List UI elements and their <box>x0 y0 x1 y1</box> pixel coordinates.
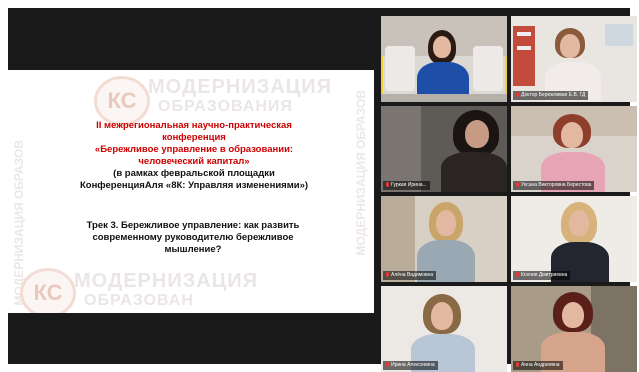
slide-title-line3: «Бережливое управление в образовании: <box>94 144 294 155</box>
mic-muted-icon <box>516 182 519 187</box>
participant-name: Гуркая Ирина... <box>383 181 430 190</box>
shared-screen[interactable]: КС МОДЕРНИЗАЦИЯ ОБРАЗОВАНИЯ МОДЕРНИЗАЦИЯ… <box>8 70 374 313</box>
watermark-top-line2: ОБРАЗОВАНИЯ <box>158 98 293 115</box>
mic-muted-icon <box>516 92 519 97</box>
video-tile-6[interactable]: Ксения Дмитриевна <box>511 196 637 282</box>
video-tile-8[interactable]: Анна Андреевна <box>511 286 637 372</box>
mic-muted-icon <box>516 362 519 367</box>
watermark-top-line1: МОДЕРНИЗАЦИЯ <box>148 76 333 98</box>
mic-muted-icon <box>386 182 389 187</box>
slide-track-line3: мышление? <box>164 244 222 255</box>
participant-name: Ксения Дмитриевна <box>513 271 571 280</box>
participant-name: Уксана Викторовна Берестова <box>513 181 595 190</box>
slide-title-line6: КонференцияАля «8К: Управляя изменениями… <box>79 180 309 191</box>
participant-name: Алёна Вадимовна <box>383 271 437 280</box>
slide-track-line2: современному руководителю бережливое <box>92 232 294 243</box>
participant-name: Ирина Алексеевна <box>383 361 438 370</box>
video-tile-3[interactable]: Гуркая Ирина... <box>381 106 507 192</box>
watermark-vertical-right: МОДЕРНИЗАЦИЯ ОБРАЗОВ <box>354 90 368 256</box>
slide-track: Трек 3. Бережливое управление: как разви… <box>68 220 318 256</box>
participant-name: Доктор Бережливая Е.В. ГД <box>513 91 589 100</box>
slide-title: II межрегиональная научно-практическая к… <box>64 120 324 192</box>
slide-title-line2: конференция <box>162 132 226 143</box>
video-tile-5[interactable]: Алёна Вадимовна <box>381 196 507 282</box>
video-tile-1[interactable] <box>381 16 507 102</box>
watermark-bottom-line1: МОДЕРНИЗАЦИЯ <box>74 270 259 292</box>
video-tile-2[interactable]: Доктор Бережливая Е.В. ГД <box>511 16 637 102</box>
slide-title-line1: II межрегиональная научно-практическая <box>96 120 292 131</box>
mic-muted-icon <box>386 272 389 277</box>
slide-title-line4: человеческий капитал» <box>138 156 250 167</box>
video-tile-4[interactable]: Уксана Викторовна Берестова <box>511 106 637 192</box>
slide-track-line1: Трек 3. Бережливое управление: как разви… <box>86 220 300 231</box>
mic-muted-icon <box>386 362 389 367</box>
slide-title-line5: (в рамках февральской площадки <box>113 168 275 179</box>
participant-name: Анна Андреевна <box>513 361 563 370</box>
video-conference-window: КС МОДЕРНИЗАЦИЯ ОБРАЗОВАНИЯ МОДЕРНИЗАЦИЯ… <box>8 8 637 372</box>
video-tile-7[interactable]: Ирина Алексеевна <box>381 286 507 372</box>
logo-watermark: КС <box>94 76 150 126</box>
logo-watermark-bottom: КС <box>20 268 76 313</box>
watermark-bottom-line2: ОБРАЗОВАН <box>84 292 194 309</box>
mic-muted-icon <box>516 272 519 277</box>
